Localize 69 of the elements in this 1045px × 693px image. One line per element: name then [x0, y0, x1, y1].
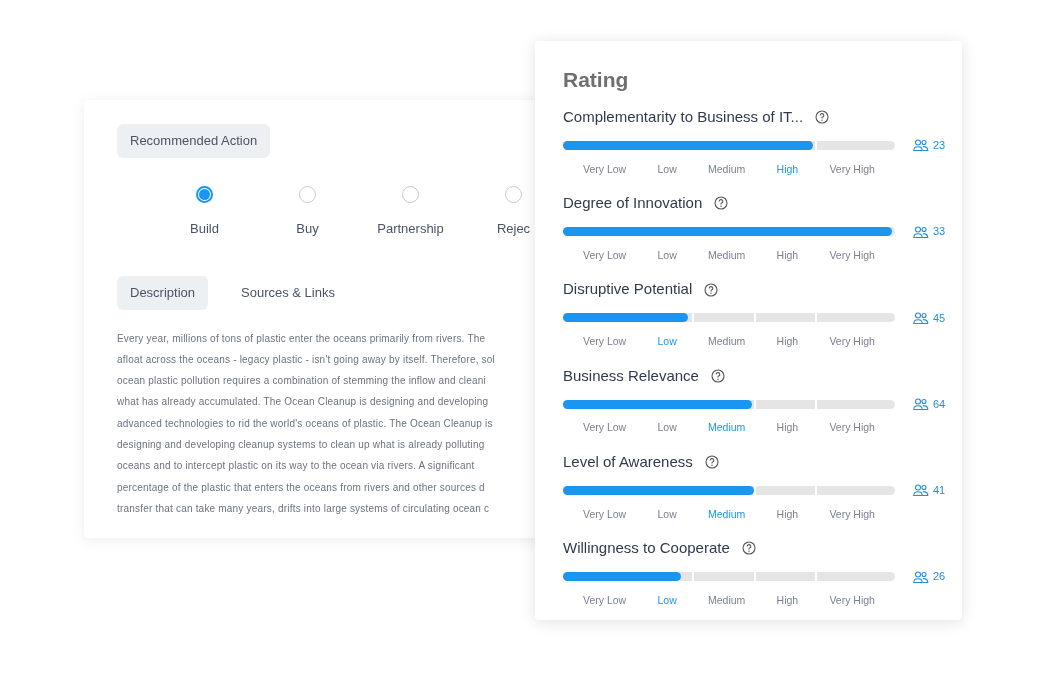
users-icon	[913, 398, 929, 410]
scale-label[interactable]: Low	[657, 247, 677, 264]
rater-count: 33	[933, 224, 946, 240]
radio-label[interactable]: Buy	[296, 218, 319, 238]
rating-track[interactable]	[563, 312, 895, 324]
users-icon	[913, 139, 929, 152]
scale-label[interactable]: Low	[657, 161, 677, 178]
rater-count: 41	[933, 483, 946, 498]
radio-button[interactable]	[196, 185, 213, 203]
scale-label[interactable]: Very High	[829, 592, 875, 609]
criterion-title: Disruptive Potential	[563, 279, 693, 300]
tab[interactable]: Description	[117, 276, 209, 310]
help-icon[interactable]	[714, 196, 729, 211]
scale-label[interactable]: Very Low	[583, 506, 627, 523]
rating-track[interactable]	[563, 139, 895, 151]
users-icon	[913, 484, 929, 497]
rating-title: Rating	[563, 67, 630, 93]
criterion-title: Complementarity to Business of IT...	[563, 106, 804, 127]
scale-label[interactable]: Medium	[707, 247, 746, 264]
scale-label[interactable]: High	[776, 592, 799, 609]
scale-label[interactable]: Very Low	[583, 161, 627, 178]
rating-track[interactable]	[563, 484, 895, 496]
users-icon	[913, 311, 929, 324]
rater-count: 64	[933, 396, 946, 412]
scale-label[interactable]: Very High	[829, 506, 875, 523]
scale-label[interactable]: Low	[657, 420, 677, 436]
criterion-title: Degree of Innovation	[563, 193, 703, 213]
scale-label[interactable]: Medium	[707, 420, 746, 436]
description-text: Every year, millions of tons of plastic enter the oceans primarily from rivers. The afloat across the oceans - legacy plastic - isn't going away by itself. Therefore, sol ocean plastic pollution requires a combination of stemming the inflow and cleani what has already accumulated. The Ocean Cleanup is designing and developing advanced technologies to rid the world's oceans of plastic. The Ocean Cleanup is designing and developing cleanup systems to clean up what is already polluting oceans and to intercept plastic on its way to the ocean via rivers. A significant percentage of the plastic that enters the oceans from rivers and other sources d transfer that can take many years, drifts into large systems of circulating ocean c	[117, 331, 496, 516]
scale-label[interactable]: Low	[657, 506, 677, 523]
scale-label[interactable]: Very High	[829, 420, 875, 436]
radio-label[interactable]: Rejec	[496, 218, 531, 238]
scale-label[interactable]: Medium	[707, 334, 746, 350]
radio-label[interactable]: Partnership	[377, 218, 444, 238]
scale-label[interactable]: High	[776, 161, 799, 178]
scale-label[interactable]: Medium	[707, 506, 746, 523]
criterion-title: Willingness to Cooperate	[563, 538, 730, 558]
scale-label[interactable]: High	[776, 334, 799, 350]
scale-label[interactable]: Very Low	[583, 592, 627, 609]
rating-track[interactable]	[563, 571, 895, 582]
scale-label[interactable]: Low	[657, 334, 677, 350]
scale-label[interactable]: Medium	[707, 592, 746, 609]
help-icon[interactable]	[815, 110, 830, 124]
scale-label[interactable]: Low	[657, 592, 677, 609]
scale-label[interactable]: High	[776, 420, 799, 436]
scale-label[interactable]: Very Low	[583, 420, 627, 436]
rating-track[interactable]	[563, 398, 895, 410]
rater-count: 23	[933, 138, 946, 153]
radio-label[interactable]: Build	[190, 218, 219, 238]
scale-label[interactable]: High	[776, 247, 799, 264]
users-icon	[913, 225, 929, 238]
help-icon[interactable]	[704, 282, 719, 297]
scale-label[interactable]: Very High	[829, 161, 875, 178]
scale-label[interactable]: Very Low	[583, 247, 627, 264]
criterion-title: Business Relevance	[563, 365, 699, 386]
scale-label[interactable]: Very High	[829, 334, 875, 350]
help-icon[interactable]	[710, 368, 725, 383]
scale-label[interactable]: High	[776, 506, 799, 523]
users-icon	[913, 570, 929, 583]
section-label: Recommended Action	[117, 124, 271, 158]
help-icon[interactable]	[704, 455, 719, 469]
rater-count: 26	[933, 569, 946, 585]
criterion-title: Level of Awareness	[563, 451, 693, 472]
help-icon[interactable]	[741, 541, 756, 556]
tab[interactable]: Sources & Links	[228, 276, 348, 310]
scale-label[interactable]: Very High	[829, 247, 875, 264]
scale-label[interactable]: Very Low	[583, 334, 627, 350]
scale-label[interactable]: Medium	[707, 161, 746, 178]
rater-count: 45	[933, 310, 946, 326]
